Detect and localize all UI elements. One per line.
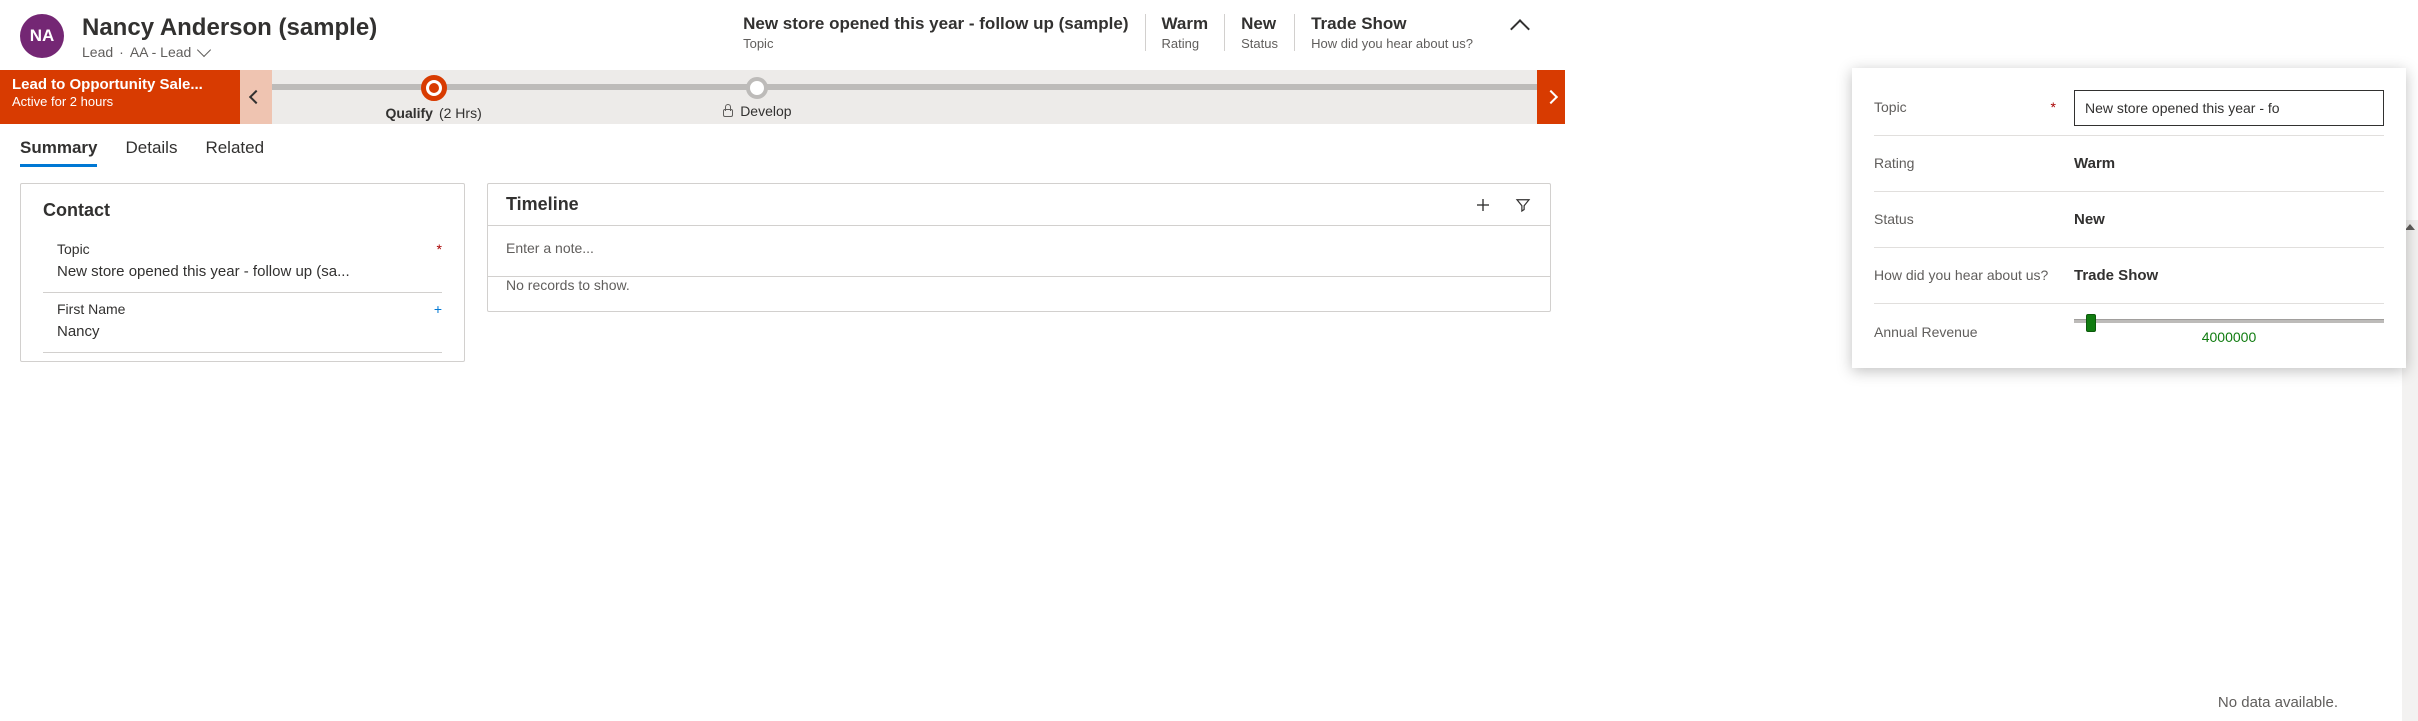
- field-label: First Name: [57, 301, 125, 317]
- avatar: NA: [20, 14, 64, 58]
- slider-thumb[interactable]: [2086, 314, 2096, 332]
- bpf-stage-label: Develop: [722, 103, 791, 119]
- bpf-track: Qualify (2 Hrs) Develop: [272, 70, 1565, 124]
- bpf-process-name: Lead to Opportunity Sale...: [12, 76, 228, 93]
- title-block: Nancy Anderson (sample) Lead · AA - Lead: [82, 14, 402, 60]
- flyout-row-status[interactable]: Status New: [1874, 192, 2384, 248]
- bpf-stage-develop[interactable]: Develop: [595, 75, 918, 119]
- tab-summary[interactable]: Summary: [20, 138, 97, 167]
- subtitle-row[interactable]: Lead · AA - Lead: [82, 44, 402, 60]
- field-topic[interactable]: Topic * New store opened this year - fol…: [43, 235, 442, 293]
- contact-section-title: Contact: [43, 200, 442, 221]
- avatar-initials: NA: [30, 26, 55, 46]
- scroll-up-icon[interactable]: [2405, 224, 2415, 230]
- recommended-indicator: +: [434, 301, 442, 317]
- header-field-value: Trade Show: [1311, 14, 1473, 34]
- field-value[interactable]: New store opened this year - follow up (…: [43, 259, 442, 293]
- header-field-value: New: [1241, 14, 1278, 34]
- header-field-label: Topic: [743, 36, 1128, 51]
- header-field-topic[interactable]: New store opened this year - follow up (…: [743, 14, 1144, 51]
- flyout-row-source[interactable]: How did you hear about us? Trade Show: [1874, 248, 2384, 304]
- field-firstname[interactable]: First Name + Nancy: [43, 295, 442, 353]
- flyout-topic-input[interactable]: [2074, 90, 2384, 126]
- timeline-title: Timeline: [506, 194, 579, 215]
- stage-name: Qualify: [386, 105, 433, 121]
- bpf-next-button[interactable]: [1537, 70, 1565, 124]
- tab-details[interactable]: Details: [125, 138, 177, 167]
- entity-type: Lead: [82, 44, 113, 60]
- chevron-up-icon[interactable]: [1510, 19, 1530, 39]
- main-content: Contact Topic * New store opened this ye…: [0, 167, 1565, 362]
- chevron-down-icon[interactable]: [197, 43, 211, 57]
- revenue-slider[interactable]: 4000000: [2074, 319, 2384, 345]
- field-label: Topic: [57, 241, 90, 257]
- separator-dot: ·: [119, 44, 124, 60]
- timeline-section: Timeline No records to show.: [487, 183, 1551, 312]
- timeline-actions: [1474, 196, 1532, 214]
- slider-track[interactable]: [2074, 319, 2384, 323]
- header-summary-fields: New store opened this year - follow up (…: [743, 14, 1545, 51]
- timeline-header: Timeline: [506, 194, 1532, 215]
- form-name: AA - Lead: [130, 44, 192, 60]
- stage-name: Develop: [740, 103, 791, 119]
- business-process-flow: Lead to Opportunity Sale... Active for 2…: [0, 70, 1565, 124]
- header-field-status[interactable]: New Status: [1224, 14, 1294, 51]
- flyout-row-revenue[interactable]: Annual Revenue 4000000: [1874, 304, 2384, 360]
- required-indicator: *: [437, 241, 442, 257]
- field-value[interactable]: Nancy: [43, 319, 442, 353]
- contact-section: Contact Topic * New store opened this ye…: [20, 183, 465, 362]
- header-field-value: New store opened this year - follow up (…: [743, 14, 1128, 34]
- flyout-label: Annual Revenue: [1874, 323, 2062, 341]
- flyout-value: Trade Show: [2074, 267, 2384, 284]
- stage-time: (2 Hrs): [439, 105, 482, 121]
- flyout-label: How did you hear about us?: [1874, 266, 2062, 284]
- flyout-value: New: [2074, 211, 2384, 228]
- header-field-source[interactable]: Trade Show How did you hear about us?: [1294, 14, 1489, 51]
- flyout-value: Warm: [2074, 155, 2384, 172]
- chevron-right-icon: [1544, 90, 1558, 104]
- header-field-value: Warm: [1162, 14, 1209, 34]
- bpf-stage-dot-active: [421, 75, 447, 101]
- required-indicator: *: [2051, 98, 2062, 116]
- flyout-label: Rating: [1874, 154, 2062, 172]
- tabs: Summary Details Related: [0, 124, 1565, 167]
- bpf-prev-button[interactable]: [240, 70, 272, 124]
- flyout-row-topic: Topic *: [1874, 80, 2384, 136]
- flyout-row-rating[interactable]: Rating Warm: [1874, 136, 2384, 192]
- flyout-label: Status: [1874, 210, 2062, 228]
- flyout-label: Topic: [1874, 98, 1907, 116]
- header-field-label: Status: [1241, 36, 1278, 51]
- revenue-value: 4000000: [2202, 329, 2257, 345]
- header-flyout-panel: Topic * Rating Warm Status New How did y…: [1852, 68, 2406, 368]
- timeline-empty-text: No records to show.: [506, 277, 1532, 307]
- filter-icon[interactable]: [1514, 196, 1532, 214]
- bpf-process-badge[interactable]: Lead to Opportunity Sale... Active for 2…: [0, 70, 240, 124]
- bpf-stage-label: Qualify (2 Hrs): [386, 105, 482, 121]
- right-pane-no-data: No data available.: [2218, 694, 2338, 711]
- record-title: Nancy Anderson (sample): [82, 14, 402, 42]
- tab-related[interactable]: Related: [205, 138, 264, 167]
- add-icon[interactable]: [1474, 196, 1492, 214]
- chevron-left-icon: [249, 90, 263, 104]
- header-field-label: How did you hear about us?: [1311, 36, 1473, 51]
- bpf-stage-qualify[interactable]: Qualify (2 Hrs): [272, 73, 595, 121]
- lock-icon: [722, 105, 734, 117]
- note-input[interactable]: [506, 226, 1532, 266]
- bpf-stage-dot: [746, 77, 768, 99]
- bpf-active-time: Active for 2 hours: [12, 94, 228, 109]
- header-field-rating[interactable]: Warm Rating: [1145, 14, 1225, 51]
- record-header: NA Nancy Anderson (sample) Lead · AA - L…: [0, 0, 1565, 70]
- header-field-label: Rating: [1162, 36, 1209, 51]
